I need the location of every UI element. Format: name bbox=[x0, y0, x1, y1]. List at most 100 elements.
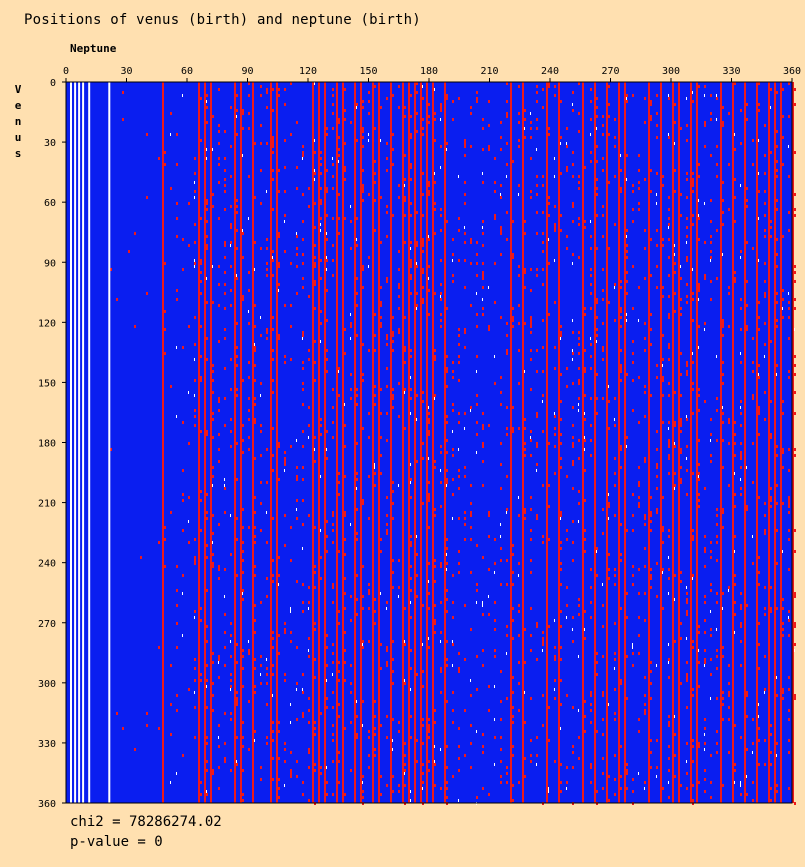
heatmap-cell bbox=[206, 793, 208, 796]
heatmap-cell bbox=[680, 448, 682, 451]
heatmap-cell bbox=[692, 100, 694, 103]
heatmap-cell bbox=[644, 523, 646, 526]
heatmap-cell bbox=[134, 325, 136, 328]
heatmap-cell bbox=[176, 589, 178, 592]
heatmap-cell bbox=[332, 793, 334, 796]
heatmap-cell bbox=[476, 589, 478, 592]
heatmap-cell bbox=[506, 163, 508, 166]
heatmap-cell bbox=[644, 781, 646, 784]
heatmap-cell bbox=[380, 550, 382, 553]
heatmap-cell-empty bbox=[788, 292, 789, 295]
heatmap-cell bbox=[662, 394, 664, 397]
heatmap-cell bbox=[674, 391, 676, 394]
heatmap-cell-empty bbox=[614, 667, 615, 670]
heatmap-cell bbox=[656, 430, 658, 433]
heatmap-cell bbox=[332, 388, 334, 391]
heatmap-cell-empty bbox=[518, 574, 519, 577]
heatmap-cell bbox=[356, 442, 358, 445]
heatmap-cell bbox=[602, 346, 604, 349]
heatmap-cell bbox=[560, 703, 562, 706]
heatmap-cell bbox=[158, 727, 160, 730]
heatmap-cell-empty bbox=[296, 688, 297, 691]
heatmap-cell bbox=[770, 799, 772, 802]
heatmap-cell-empty bbox=[260, 673, 261, 676]
heatmap-cell bbox=[236, 574, 238, 577]
heatmap-cell-empty bbox=[716, 94, 717, 97]
heatmap-cell bbox=[620, 775, 622, 778]
heatmap-cell-empty bbox=[686, 586, 687, 589]
heatmap-cell bbox=[206, 106, 208, 109]
heatmap-cell bbox=[392, 718, 394, 721]
heatmap-cell bbox=[422, 763, 424, 766]
heatmap-cell bbox=[296, 121, 298, 124]
heatmap-cell-empty bbox=[752, 751, 753, 754]
heatmap-cell bbox=[548, 127, 550, 130]
heatmap-cell bbox=[344, 793, 346, 796]
heatmap-cell bbox=[368, 754, 370, 757]
heatmap-cell bbox=[404, 742, 406, 745]
heatmap-cell bbox=[644, 514, 646, 517]
heatmap-cell bbox=[680, 481, 682, 484]
heatmap-cell bbox=[662, 787, 664, 790]
heatmap-cell bbox=[326, 289, 328, 292]
heatmap-cell bbox=[278, 757, 280, 760]
heatmap-cell bbox=[374, 700, 376, 703]
heatmap-cell bbox=[224, 328, 226, 331]
heatmap-cell bbox=[566, 169, 568, 172]
heatmap-cell bbox=[638, 181, 640, 184]
heatmap-cell bbox=[608, 553, 610, 556]
heatmap-cell bbox=[170, 112, 172, 115]
heatmap-cell bbox=[272, 739, 274, 742]
heatmap-cell bbox=[254, 364, 256, 367]
heatmap-cell-empty bbox=[524, 127, 525, 130]
heatmap-cell bbox=[578, 130, 580, 133]
heatmap-cell bbox=[392, 682, 394, 685]
heatmap-cell bbox=[686, 610, 688, 613]
heatmap-cell-empty bbox=[350, 205, 351, 208]
heatmap-cell bbox=[392, 331, 394, 334]
heatmap-cell bbox=[476, 97, 478, 100]
heatmap-cell bbox=[620, 445, 622, 448]
heatmap-cell bbox=[284, 514, 286, 517]
heatmap-cell-empty bbox=[668, 226, 669, 229]
heatmap-cell bbox=[146, 133, 148, 136]
heatmap-cell bbox=[188, 442, 190, 445]
heatmap-cell bbox=[578, 256, 580, 259]
heatmap-cell bbox=[710, 220, 712, 223]
y-tick-label: 300 bbox=[38, 679, 56, 690]
heatmap-cell bbox=[602, 169, 604, 172]
heatmap-cell bbox=[440, 283, 442, 286]
heatmap-cell-empty bbox=[302, 688, 303, 691]
heatmap-cell bbox=[194, 223, 196, 226]
heatmap-cell-empty bbox=[356, 106, 357, 109]
heatmap-cell bbox=[416, 265, 418, 268]
heatmap-cell bbox=[458, 259, 460, 262]
heatmap-cell-empty bbox=[740, 784, 741, 787]
heatmap-cell bbox=[728, 325, 730, 328]
heatmap-cell bbox=[188, 541, 190, 544]
heatmap-cell bbox=[632, 265, 634, 268]
heatmap-cell bbox=[248, 700, 250, 703]
heatmap-cell bbox=[764, 391, 766, 394]
heatmap-cell bbox=[476, 313, 478, 316]
heatmap-cell bbox=[596, 412, 598, 415]
heatmap-cell bbox=[590, 292, 592, 295]
heatmap-column-high bbox=[594, 82, 596, 803]
heatmap-cell bbox=[578, 502, 580, 505]
x-tick-label: 90 bbox=[241, 66, 253, 77]
heatmap-cell bbox=[446, 439, 448, 442]
heatmap-cell bbox=[524, 427, 526, 430]
heatmap-cell bbox=[374, 85, 376, 88]
heatmap-cell bbox=[764, 586, 766, 589]
heatmap-cell-empty bbox=[752, 535, 753, 538]
heatmap-column-high bbox=[744, 82, 746, 803]
heatmap-cell bbox=[602, 124, 604, 127]
heatmap-cell bbox=[674, 262, 676, 265]
heatmap-cell bbox=[398, 415, 400, 418]
heatmap-cell bbox=[608, 427, 610, 430]
heatmap-cell bbox=[632, 574, 634, 577]
heatmap-cell bbox=[242, 451, 244, 454]
heatmap-cell bbox=[362, 565, 364, 568]
heatmap-cell-empty bbox=[632, 643, 633, 646]
heatmap-cell bbox=[578, 223, 580, 226]
